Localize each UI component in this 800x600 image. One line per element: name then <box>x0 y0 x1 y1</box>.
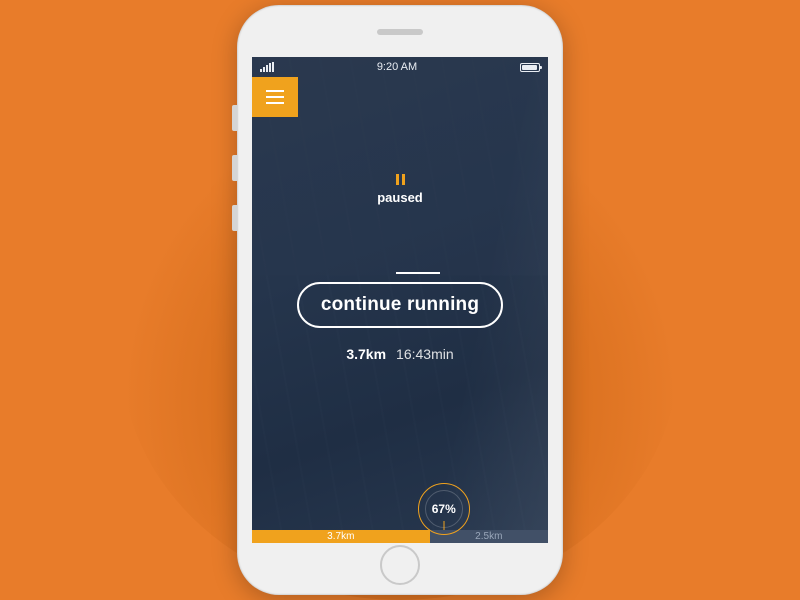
progress-done-segment: 3.7km <box>252 530 430 543</box>
app-screen: 9:20 AM paused continue running 3.7km 16:… <box>252 57 548 543</box>
progress-bar[interactable]: 3.7km 2.5km <box>252 530 548 543</box>
main-action-block: continue running 3.7km 16:43min <box>252 272 548 362</box>
status-time: 9:20 AM <box>377 61 417 73</box>
distance-value: 3.7km <box>346 346 386 362</box>
signal-icon <box>260 62 274 72</box>
phone-frame: 9:20 AM paused continue running 3.7km 16:… <box>237 5 563 595</box>
paused-label: paused <box>252 190 548 205</box>
hamburger-icon <box>266 90 284 92</box>
progress-tick <box>443 521 444 530</box>
status-bar: 9:20 AM <box>252 57 548 77</box>
progress-percent: 67% <box>432 502 456 516</box>
progress-area: 67% 3.7km 2.5km <box>252 530 548 543</box>
menu-button[interactable] <box>252 77 298 117</box>
battery-icon <box>520 63 540 72</box>
accent-line <box>396 272 440 274</box>
phone-side-button <box>232 205 237 231</box>
phone-side-button <box>232 105 237 131</box>
duration-value: 16:43min <box>396 346 454 362</box>
continue-running-button[interactable]: continue running <box>297 282 503 328</box>
pause-icon <box>396 174 405 185</box>
paused-status: paused <box>252 172 548 205</box>
run-stats: 3.7km 16:43min <box>252 346 548 362</box>
phone-side-button <box>232 155 237 181</box>
